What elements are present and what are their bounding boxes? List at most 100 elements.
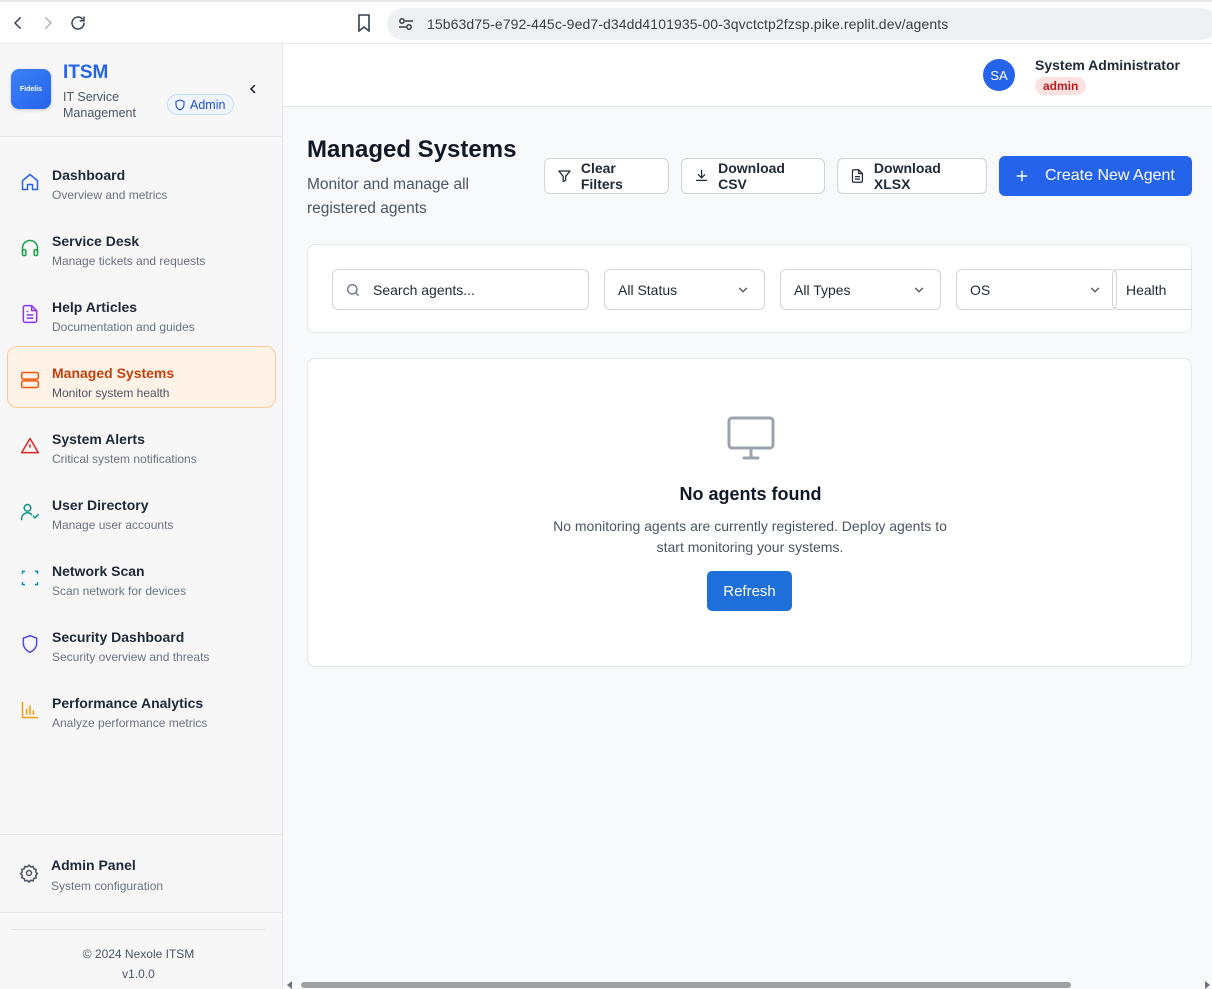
brand-subtitle: IT Service Management (63, 90, 136, 120)
status-filter-select[interactable]: All Status (604, 269, 765, 310)
empty-state-card: No agents found No monitoring agents are… (307, 358, 1192, 667)
chevron-left-icon (249, 84, 256, 94)
download-csv-label: Download CSV (718, 160, 785, 192)
sidebar-item-label: Dashboard (52, 167, 126, 183)
back-button[interactable] (3, 8, 33, 38)
bar-chart-icon (19, 699, 41, 721)
sidebar-item-desc: System configuration (51, 879, 164, 893)
file-icon (851, 169, 864, 183)
sidebar-item-service-desk[interactable]: Service Desk Manage tickets and requests (7, 214, 276, 276)
url-text: 15b63d75-e792-445c-9ed7-d34dd4101935-00-… (427, 16, 949, 32)
scan-icon (19, 567, 41, 589)
scrollbar-thumb[interactable] (301, 982, 1071, 988)
scroll-left-icon[interactable] (287, 981, 292, 989)
sidebar-item-admin-panel[interactable]: Admin Panel System configuration (0, 834, 283, 913)
shield-icon (19, 633, 41, 655)
user-name: System Administrator (1035, 57, 1180, 73)
create-agent-button[interactable]: Create New Agent (999, 156, 1192, 196)
user-check-icon (19, 501, 41, 523)
version-text: v1.0.0 (122, 967, 155, 981)
avatar[interactable]: SA (983, 59, 1015, 91)
scroll-right-icon[interactable] (1205, 981, 1210, 989)
filter-icon (558, 170, 571, 183)
sidebar-item-managed-systems[interactable]: Managed Systems Monitor system health (7, 346, 276, 408)
chevron-down-icon (914, 287, 924, 293)
bookmark-icon (358, 14, 370, 32)
status-filter-value: All Status (618, 281, 678, 298)
chevron-down-icon (1090, 287, 1100, 293)
health-filter-value: Health (1126, 281, 1167, 298)
os-filter-value: OS (970, 281, 991, 298)
sidebar-item-user-directory[interactable]: User Directory Manage user accounts (7, 478, 276, 540)
horizontal-scrollbar[interactable] (283, 979, 1212, 989)
sidebar-item-label: Security Dashboard (52, 629, 185, 645)
sidebar-item-desc: Manage user accounts (52, 518, 174, 532)
sidebar-item-security-dashboard[interactable]: Security Dashboard Security overview and… (7, 610, 276, 672)
clear-filters-label: Clear Filters (580, 160, 623, 192)
os-filter-select[interactable]: OS (956, 269, 1117, 310)
sidebar-nav: Dashboard Overview and metrics Service D… (0, 148, 283, 742)
sidebar-item-label: System Alerts (52, 431, 145, 447)
type-filter-select[interactable]: All Types (780, 269, 941, 310)
sidebar-item-desc: Manage tickets and requests (52, 254, 206, 268)
sidebar-item-network-scan[interactable]: Network Scan Scan network for devices (7, 544, 276, 606)
sidebar: Fidelis ITSM IT Service Management Admin… (0, 44, 283, 989)
filter-bar: All Status All Types OS Health (307, 244, 1192, 333)
sidebar-item-dashboard[interactable]: Dashboard Overview and metrics (7, 148, 276, 210)
sidebar-item-label: Managed Systems (52, 365, 175, 381)
chevron-right-icon (45, 16, 53, 29)
sidebar-item-label: Performance Analytics (52, 695, 204, 711)
type-filter-value: All Types (794, 281, 851, 298)
alert-triangle-icon (19, 435, 41, 457)
search-icon (347, 283, 359, 296)
sidebar-item-desc: Security overview and threats (52, 650, 210, 664)
download-csv-button[interactable]: Download CSV (681, 158, 825, 194)
chevron-left-icon (13, 16, 21, 29)
download-xlsx-button[interactable]: Download XLSX (837, 158, 987, 194)
empty-state-title: No agents found (679, 484, 822, 504)
clear-filters-button[interactable]: Clear Filters (544, 158, 669, 194)
headphones-icon (19, 237, 41, 259)
sidebar-item-desc: Scan network for devices (52, 584, 187, 598)
refresh-button[interactable]: Refresh (707, 571, 792, 611)
home-icon (19, 171, 41, 193)
site-settings-icon[interactable] (395, 13, 417, 35)
address-bar[interactable]: 15b63d75-e792-445c-9ed7-d34dd4101935-00-… (387, 8, 1212, 40)
monitor-icon (727, 416, 775, 460)
brand-title: ITSM (63, 62, 109, 83)
sidebar-item-desc: Monitor system health (52, 386, 170, 400)
page-title: Managed Systems (307, 136, 517, 163)
copyright-text: © 2024 Nexole ITSM (82, 947, 195, 961)
reload-button[interactable] (63, 8, 93, 38)
browser-toolbar: 15b63d75-e792-445c-9ed7-d34dd4101935-00-… (0, 0, 1212, 44)
collapse-sidebar-button[interactable] (244, 80, 262, 98)
empty-state-description: No monitoring agents are currently regis… (553, 518, 947, 555)
sidebar-item-label: Service Desk (52, 233, 140, 249)
logo: Fidelis (11, 69, 51, 109)
download-xlsx-label: Download XLSX (873, 160, 941, 192)
search-input[interactable] (373, 281, 573, 298)
sidebar-item-help-articles[interactable]: Help Articles Documentation and guides (7, 280, 276, 342)
sidebar-item-label: Help Articles (52, 299, 138, 315)
reload-icon (71, 15, 85, 30)
file-text-icon (19, 303, 41, 325)
sidebar-item-system-alerts[interactable]: System Alerts Critical system notificati… (7, 412, 276, 474)
health-filter-select[interactable]: Health (1112, 269, 1191, 310)
sidebar-footer: © 2024 Nexole ITSM v1.0.0 (11, 929, 266, 984)
search-box[interactable] (332, 269, 589, 310)
chevron-down-icon (738, 287, 748, 293)
admin-badge-label: Admin (190, 97, 226, 112)
bookmark-button[interactable] (352, 10, 376, 36)
create-agent-label: Create New Agent (1045, 167, 1175, 184)
sidebar-item-label: Admin Panel (51, 857, 136, 873)
download-icon (695, 169, 708, 182)
brand-header: Fidelis ITSM IT Service Management Admin (0, 44, 282, 137)
user-role-badge: admin (1035, 77, 1087, 95)
forward-button[interactable] (33, 8, 63, 38)
shield-icon (175, 98, 185, 111)
sidebar-item-performance-analytics[interactable]: Performance Analytics Analyze performanc… (7, 676, 276, 738)
sidebar-item-desc: Documentation and guides (52, 320, 195, 334)
server-icon (19, 369, 41, 391)
plus-icon (1016, 170, 1028, 182)
sidebar-item-label: Network Scan (52, 563, 145, 579)
